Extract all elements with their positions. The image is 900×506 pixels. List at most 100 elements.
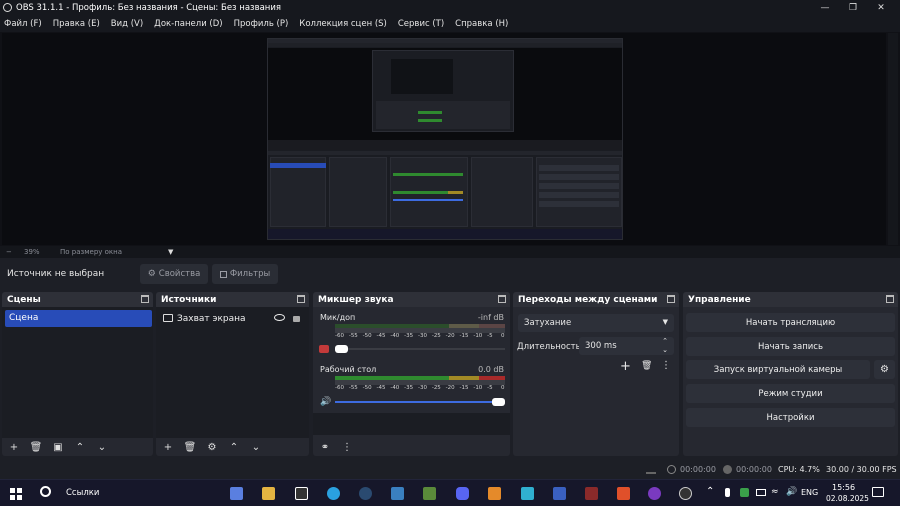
scene-item[interactable]: Сцена — [5, 310, 152, 327]
telegram-icon[interactable] — [327, 487, 340, 500]
add-source-icon[interactable]: + — [160, 440, 176, 454]
notification-icon[interactable] — [872, 487, 884, 497]
mixer-link-icon[interactable]: ⚭ — [317, 440, 333, 454]
windows-start-icon[interactable] — [10, 488, 22, 500]
undock-icon[interactable] — [667, 295, 675, 303]
move-up-icon[interactable]: ⌃ — [72, 440, 88, 454]
properties-button-label: Свойства — [158, 269, 201, 279]
scenes-dock: Сцены Сцена + 🗑 ▣ ⌃ ⌄ — [2, 292, 153, 456]
sublime-icon[interactable] — [488, 487, 501, 500]
discord-icon[interactable] — [456, 487, 469, 500]
menu-edit[interactable]: Правка (E) — [53, 19, 100, 29]
muted-speaker-icon[interactable] — [319, 345, 329, 353]
app-icon[interactable] — [648, 487, 661, 500]
menu-profile[interactable]: Профиль (P) — [234, 19, 289, 29]
menu-help[interactable]: Справка (H) — [455, 19, 508, 29]
trash-icon[interactable]: 🗑 — [182, 440, 198, 454]
obs-icon[interactable] — [679, 487, 692, 500]
clock-time[interactable]: 15:56 — [832, 483, 855, 492]
source-item[interactable]: Захват экрана — [156, 310, 309, 327]
menu-view[interactable]: Вид (V) — [111, 19, 143, 29]
close-icon[interactable]: ✕ — [866, 0, 896, 15]
desktop-channel-name: Рабочий стол — [320, 365, 377, 374]
microphone-icon[interactable] — [725, 488, 730, 497]
more-vertical-icon[interactable]: ⋮ — [661, 360, 671, 371]
menu-docks[interactable]: Док-панели (D) — [154, 19, 222, 29]
meter-tick-label: -10 — [473, 385, 483, 391]
meter-tick-label: -55 — [348, 333, 358, 339]
minimize-icon[interactable]: — — [810, 0, 840, 15]
zoom-out-button[interactable]: − — [6, 248, 18, 256]
trash-icon[interactable]: 🗑 — [28, 440, 44, 454]
transitions-dock-header: Переходы между сценами — [513, 292, 679, 307]
studio-mode-button[interactable]: Режим студии — [686, 384, 895, 403]
app-icon[interactable] — [585, 487, 598, 500]
speaker-icon[interactable]: 🔊 — [320, 397, 331, 407]
chevron-up-icon[interactable]: ⌃ — [706, 486, 714, 497]
duration-value: 300 ms — [585, 341, 617, 351]
move-up-icon[interactable]: ⌃ — [226, 440, 242, 454]
scene-filters-icon[interactable]: ▣ — [50, 440, 66, 454]
start-streaming-button[interactable]: Начать трансляцию — [686, 313, 895, 332]
mic-volume-handle[interactable] — [335, 345, 348, 353]
add-scene-icon[interactable]: + — [6, 440, 22, 454]
eye-icon[interactable] — [274, 314, 285, 321]
undock-icon[interactable] — [498, 295, 506, 303]
menu-scene-collection[interactable]: Коллекция сцен (S) — [299, 19, 387, 29]
chevron-up-icon[interactable]: ⌃ — [662, 337, 668, 345]
start-recording-button[interactable]: Начать запись — [686, 337, 895, 356]
settings-button[interactable]: Настройки — [686, 408, 895, 427]
properties-button[interactable]: ⚙ Свойства — [140, 264, 208, 284]
filters-button[interactable]: Фильтры — [212, 264, 278, 284]
desktop-channel-db: 0.0 dB — [478, 365, 504, 374]
search-icon[interactable] — [40, 486, 51, 497]
menu-file[interactable]: Файл (F) — [4, 19, 42, 29]
add-transition-icon[interactable]: + — [620, 359, 631, 374]
battery-icon[interactable] — [756, 489, 766, 496]
menu-tools[interactable]: Сервис (T) — [398, 19, 444, 29]
vpn-icon[interactable] — [521, 487, 534, 500]
gear-icon[interactable]: ⚙ — [204, 440, 220, 454]
sources-dock-header: Источники — [156, 292, 309, 307]
preview-scrollbar[interactable] — [888, 33, 898, 245]
zoom-fit-select[interactable]: По размеру окна — [60, 248, 168, 256]
meter-tick-label: -10 — [473, 333, 483, 339]
undock-icon[interactable] — [141, 295, 149, 303]
chevron-down-icon[interactable]: ▼ — [168, 248, 173, 256]
folder-icon[interactable] — [262, 487, 275, 500]
wifi-icon[interactable]: ≈ — [771, 487, 779, 497]
desktop-volume-handle[interactable] — [492, 398, 505, 406]
steam-icon[interactable] — [359, 487, 372, 500]
trash-icon[interactable]: 🗑 — [641, 361, 652, 371]
taskbar-search-label[interactable]: Ссылки — [66, 488, 99, 498]
lock-icon[interactable] — [293, 316, 300, 322]
transition-select[interactable]: Затухание ▼ — [518, 314, 674, 332]
meter-tick-label: -5 — [487, 333, 493, 339]
more-vertical-icon[interactable]: ⋮ — [339, 440, 355, 454]
brave-icon[interactable] — [617, 487, 630, 500]
app-tray-icon[interactable] — [740, 488, 749, 497]
language-indicator[interactable]: ENG — [801, 488, 818, 497]
undock-icon[interactable] — [886, 295, 894, 303]
mixer-toolbar: ⚭ ⋮ — [313, 438, 510, 456]
app-icon[interactable] — [295, 487, 308, 500]
move-down-icon[interactable]: ⌄ — [248, 440, 264, 454]
clock-date[interactable]: 02.08.2025 — [826, 494, 869, 503]
desktop-volume-slider[interactable] — [335, 398, 505, 406]
app-icon[interactable] — [553, 487, 566, 500]
minecraft-icon[interactable] — [423, 487, 436, 500]
meter-tick-label: -30 — [418, 333, 427, 339]
duration-input[interactable]: 300 ms ⌃ ⌄ — [579, 337, 674, 355]
app-icon[interactable] — [391, 487, 404, 500]
volume-icon[interactable]: 🔊 — [786, 487, 797, 497]
gear-icon[interactable]: ⚙ — [874, 360, 895, 379]
maximize-icon[interactable]: ❐ — [838, 0, 868, 15]
desktop-meter-ticks: -60 -55 -50 -45 -40 -35 -30 -25 -20 -15 -10 -5 0 — [335, 385, 505, 393]
store-icon[interactable] — [230, 487, 243, 500]
chevron-down-icon[interactable]: ⌄ — [662, 346, 668, 354]
start-virtual-camera-button[interactable]: Запуск виртуальной камеры — [686, 360, 870, 379]
mic-volume-slider[interactable] — [335, 345, 505, 353]
network-bars-icon — [646, 465, 656, 474]
undock-icon[interactable] — [297, 295, 305, 303]
move-down-icon[interactable]: ⌄ — [94, 440, 110, 454]
